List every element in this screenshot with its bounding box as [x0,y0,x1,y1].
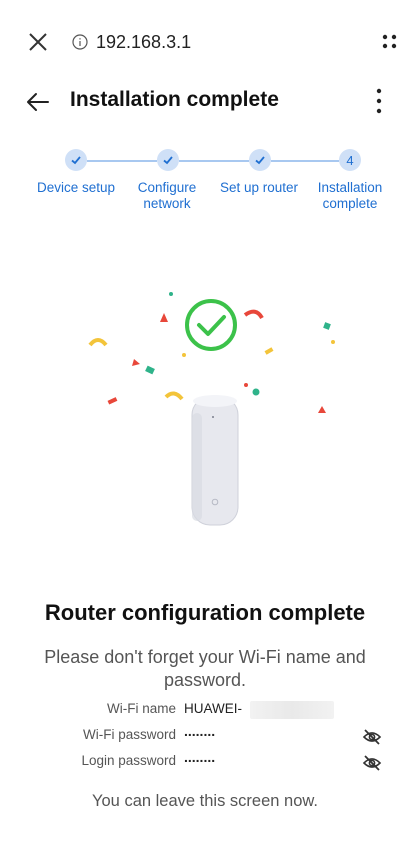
redacted-wifi-name [250,701,334,719]
step-3-check-icon [249,149,271,171]
confetti [244,383,248,387]
confetti [243,309,264,320]
address-bar[interactable]: 192.168.3.1 [72,30,191,54]
more-vertical-icon[interactable] [368,86,390,116]
confetti [182,353,186,357]
app-header: Installation complete [0,80,410,124]
confetti [318,406,326,413]
confetti [132,359,140,366]
confetti [160,313,168,322]
step-1-check-icon [65,149,87,171]
wifi-name-label: Wi-Fi name [106,701,176,716]
login-password-value: ........ [184,749,216,765]
step-label-installation-complete: Installation complete [317,180,383,211]
confetti [331,340,335,344]
url-text: 192.168.3.1 [96,31,192,52]
back-arrow-icon[interactable] [24,88,52,116]
step-connector [87,160,157,162]
step-connector [179,160,249,162]
close-icon[interactable] [26,30,50,54]
step-label-set-up-router: Set up router [219,180,299,195]
wifi-name-row: Wi-Fi name HUAWEI- [0,701,410,723]
wifi-password-value: ........ [184,723,216,739]
confetti [164,391,184,401]
step-label-device-setup: Device setup [36,180,116,195]
leave-screen-text: You can leave this screen now. [92,792,318,810]
info-icon[interactable] [72,34,88,50]
confetti [88,338,108,347]
login-password-row: Login password ........ [0,749,410,775]
confetti [252,388,260,396]
confetti [145,365,155,375]
browser-menu-icon[interactable] [378,31,400,53]
wifi-password-label: Wi-Fi password [82,727,176,742]
wifi-name-value: HUAWEI- [184,701,242,716]
router-image [191,395,239,526]
step-connector [271,160,339,162]
step-label-configure-network: Configure network [137,180,197,211]
step-4-number: 4 [339,149,361,171]
eye-hidden-icon[interactable] [362,753,382,773]
confetti [323,322,331,330]
browser-bar: 192.168.3.1 [0,0,410,86]
confetti [264,347,274,355]
reminder-text: Please don't forget your Wi-Fi name and … [44,647,366,690]
login-password-label: Login password [81,753,176,768]
completion-title: Router configuration complete [44,600,366,625]
wifi-password-row: Wi-Fi password ........ [0,723,410,749]
confetti [107,397,118,405]
step-2-check-icon [157,149,179,171]
eye-hidden-icon[interactable] [362,727,382,747]
success-check-icon [185,299,237,351]
page-title: Installation complete [70,88,279,111]
router-success-illustration [80,285,340,545]
confetti [169,292,173,296]
